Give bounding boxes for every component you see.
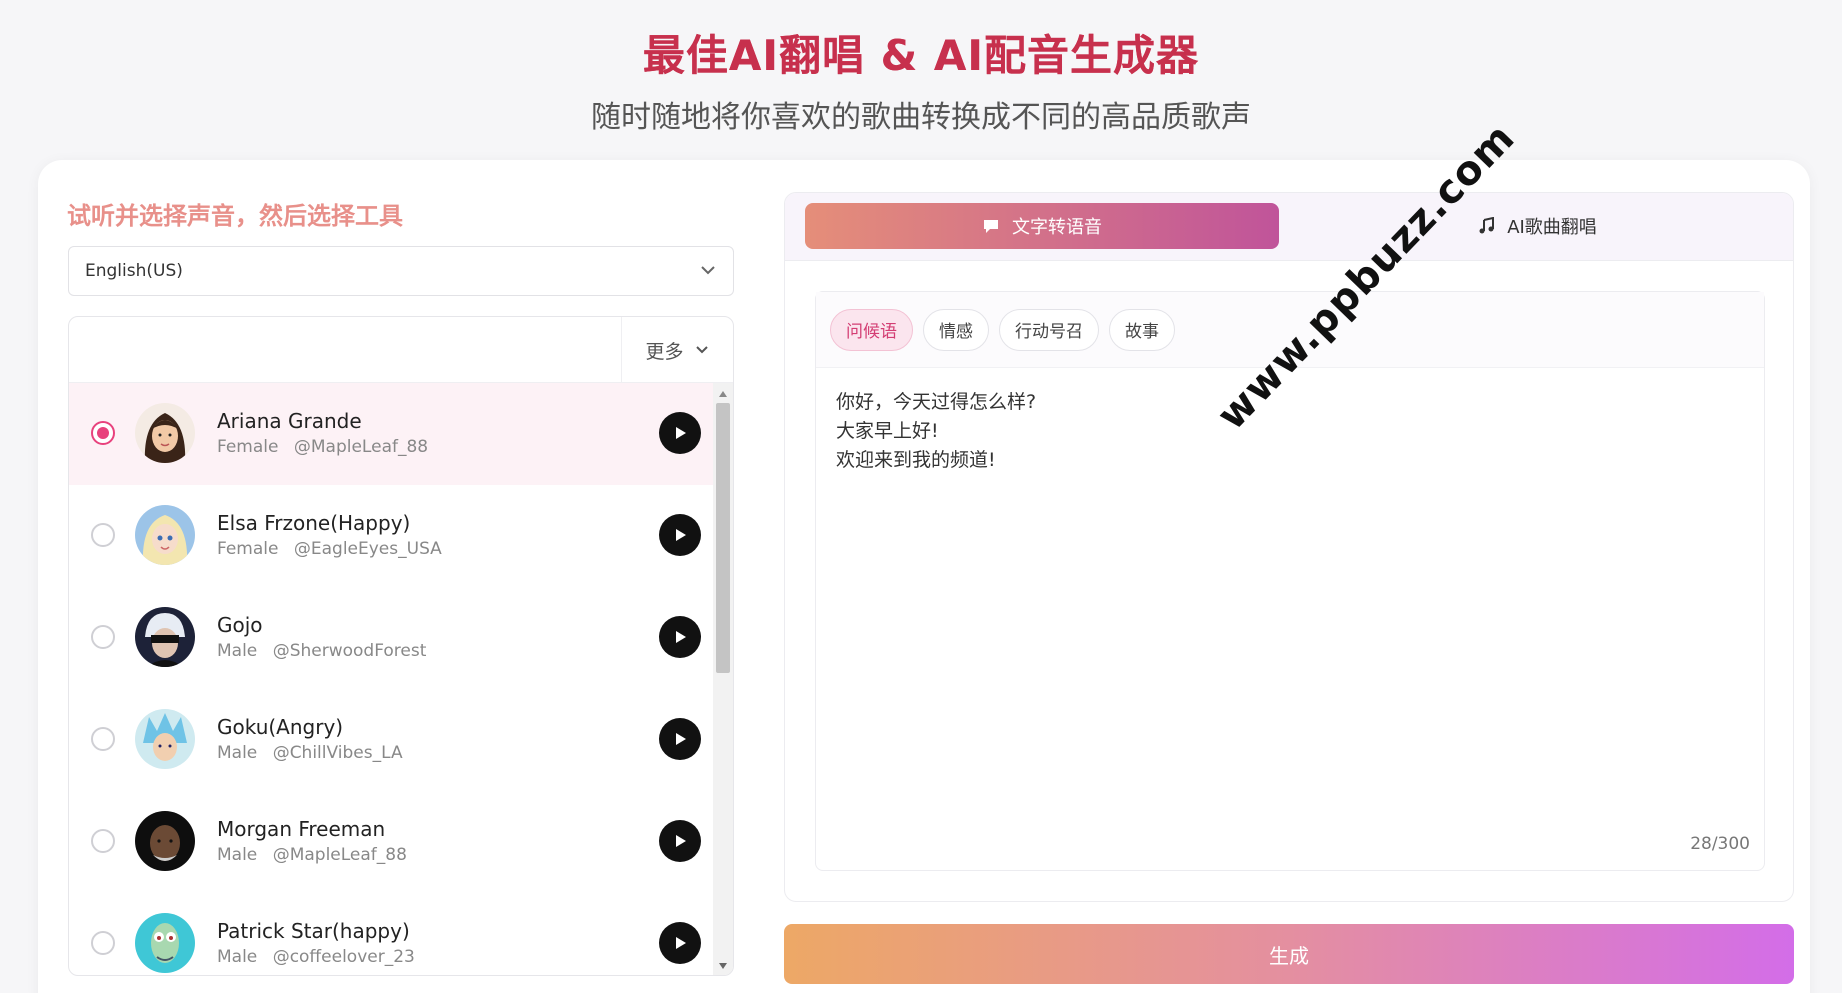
tab-label: 文字转语音 <box>1012 217 1102 238</box>
voice-handle: @EagleEyes_USA <box>293 539 442 559</box>
voice-gender: Male <box>217 743 258 763</box>
play-button[interactable] <box>659 412 701 454</box>
play-button[interactable] <box>659 820 701 862</box>
play-button[interactable] <box>659 922 701 964</box>
voice-name: Patrick Star(happy) <box>217 919 410 943</box>
chip-emotion[interactable]: 情感 <box>923 308 989 351</box>
avatar <box>135 403 195 463</box>
voice-meta: Male @MapleLeaf_88 <box>217 845 407 865</box>
scroll-down-arrow-icon[interactable] <box>719 963 727 969</box>
voice-radio[interactable] <box>91 931 115 955</box>
voice-handle: @MapleLeaf_88 <box>293 437 429 457</box>
language-select[interactable]: English(US) <box>68 246 734 296</box>
voice-panel-heading: 试听并选择声音，然后选择工具 <box>67 202 403 230</box>
avatar <box>135 811 195 871</box>
voice-handle: @coffeelover_23 <box>272 947 415 967</box>
avatar <box>135 607 195 667</box>
voice-meta: Female @MapleLeaf_88 <box>217 437 428 457</box>
play-icon <box>676 937 686 949</box>
voice-name: Morgan Freeman <box>217 817 386 841</box>
play-icon <box>676 835 686 847</box>
voice-item-ariana-grande[interactable]: Ariana Grande Female @MapleLeaf_88 <box>69 383 714 485</box>
avatar <box>135 913 195 973</box>
language-select-value: English(US) <box>85 261 183 281</box>
tool-panel: 文字转语音 AI歌曲翻唱 问候语 情感 行动号召 故事 你好，今天过得怎么样? … <box>784 192 1794 902</box>
voice-radio[interactable] <box>91 523 115 547</box>
character-counter: 28/300 <box>1690 834 1750 854</box>
more-filter-label: 更多 <box>645 340 684 363</box>
voice-list-header: 更多 <box>69 317 733 383</box>
play-icon <box>676 631 686 643</box>
voice-list: Ariana Grande Female @MapleLeaf_88 Elsa … <box>69 383 714 975</box>
voice-meta: Male @coffeelover_23 <box>217 947 415 967</box>
tool-tabs: 文字转语音 AI歌曲翻唱 <box>785 193 1793 261</box>
voice-gender: Male <box>217 845 258 865</box>
page-subtitle: 随时随地将你喜欢的歌曲转换成不同的高品质歌声 <box>591 100 1251 135</box>
play-button[interactable] <box>659 514 701 556</box>
voice-meta: Male @ChillVibes_LA <box>217 743 403 763</box>
more-filter-button[interactable]: 更多 <box>621 317 733 383</box>
text-input[interactable]: 你好，今天过得怎么样? 大家早上好! 欢迎来到我的频道! <box>836 388 1736 475</box>
voice-gender: Female <box>217 539 279 559</box>
generate-button[interactable]: 生成 <box>784 924 1794 984</box>
voice-item-goku[interactable]: Goku(Angry) Male @ChillVibes_LA <box>69 689 714 791</box>
voice-handle: @SherwoodForest <box>272 641 427 661</box>
voice-item-morgan-freeman[interactable]: Morgan Freeman Male @MapleLeaf_88 <box>69 791 714 893</box>
voice-meta: Female @EagleEyes_USA <box>217 539 442 559</box>
voice-item-gojo[interactable]: Gojo Male @SherwoodForest <box>69 587 714 689</box>
voice-list-scrollbar[interactable] <box>713 383 733 975</box>
scroll-up-arrow-icon[interactable] <box>719 391 727 397</box>
page-title: 最佳AI翻唱 & AI配音生成器 <box>0 22 1842 83</box>
voice-gender: Female <box>217 437 279 457</box>
voice-radio[interactable] <box>91 727 115 751</box>
play-icon <box>676 733 686 745</box>
play-button[interactable] <box>659 718 701 760</box>
voice-item-elsa[interactable]: Elsa Frzone(Happy) Female @EagleEyes_USA <box>69 485 714 587</box>
voice-radio[interactable] <box>91 829 115 853</box>
text-line: 欢迎来到我的频道! <box>836 449 996 471</box>
voice-name: Goku(Angry) <box>217 715 344 739</box>
voice-meta: Male @SherwoodForest <box>217 641 426 661</box>
voice-radio[interactable] <box>91 421 115 445</box>
voice-gender: Male <box>217 947 258 967</box>
voice-gender: Male <box>217 641 258 661</box>
play-icon <box>676 529 686 541</box>
chip-story[interactable]: 故事 <box>1109 308 1175 351</box>
voice-handle: @MapleLeaf_88 <box>272 845 407 865</box>
tab-label: AI歌曲翻唱 <box>1507 217 1597 238</box>
voice-radio[interactable] <box>91 625 115 649</box>
chevron-down-icon <box>695 346 708 354</box>
text-line: 大家早上好! <box>836 420 939 442</box>
music-note-icon <box>1479 217 1495 234</box>
voice-name: Elsa Frzone(Happy) <box>217 511 411 535</box>
voice-name: Ariana Grande <box>217 409 362 433</box>
play-button[interactable] <box>659 616 701 658</box>
chevron-down-icon <box>701 266 715 275</box>
play-icon <box>676 427 686 439</box>
chip-call-to-action[interactable]: 行动号召 <box>999 308 1099 351</box>
scrollbar-thumb[interactable] <box>716 403 730 673</box>
voice-name: Gojo <box>217 613 263 637</box>
chat-bubble-icon <box>984 220 998 233</box>
avatar <box>135 709 195 769</box>
tab-text-to-speech[interactable]: 文字转语音 <box>805 203 1279 249</box>
voice-item-patrick-star[interactable]: Patrick Star(happy) Male @coffeelover_23 <box>69 893 714 975</box>
voice-handle: @ChillVibes_LA <box>272 743 403 763</box>
voice-list-box: 更多 Ariana Grande Female @MapleLeaf_88 El… <box>68 316 734 976</box>
avatar <box>135 505 195 565</box>
chip-greeting[interactable]: 问候语 <box>830 308 913 351</box>
